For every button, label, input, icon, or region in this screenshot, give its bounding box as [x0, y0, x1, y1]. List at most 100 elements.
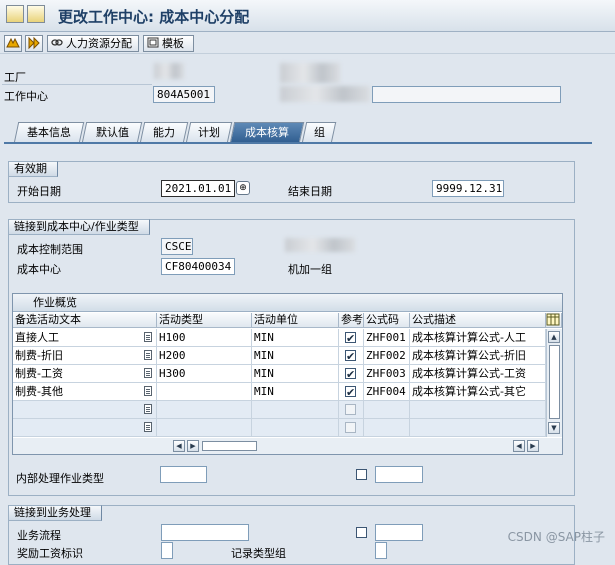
cell-unit[interactable]: MIN	[252, 347, 339, 365]
col-header-activity-type[interactable]: 活动类型	[157, 313, 252, 328]
workcenter-desc-field[interactable]	[372, 86, 561, 103]
value-help-icon[interactable]	[144, 332, 152, 342]
command-icon[interactable]	[27, 5, 45, 23]
start-date-field[interactable]: 2021.01.01	[161, 180, 235, 197]
template-label: 模板	[162, 37, 184, 50]
scroll-down-icon[interactable]: ▼	[548, 422, 560, 434]
reference-checkbox[interactable]	[345, 404, 356, 415]
scroll-far-right-icon[interactable]: ▶	[527, 440, 539, 452]
reference-checkbox[interactable]	[345, 366, 356, 382]
cell-ref[interactable]	[339, 329, 364, 347]
cost-center-field[interactable]: CF80400034	[161, 258, 235, 275]
previous-screen-icon	[6, 37, 20, 48]
tab-group[interactable]: 组	[301, 122, 337, 143]
internal-checkbox[interactable]	[356, 469, 367, 480]
tab-basic-data[interactable]: 基本信息	[13, 122, 85, 143]
scroll-right-icon[interactable]: ▶	[187, 440, 199, 452]
cell-type[interactable]	[157, 401, 252, 419]
end-date-field[interactable]: 9999.12.31	[432, 180, 504, 197]
template-icon	[147, 37, 159, 48]
cell-desc[interactable]: 成本核算计算公式-其它	[410, 383, 546, 401]
incentive-wage-field[interactable]	[161, 542, 173, 559]
menu-icon[interactable]	[6, 5, 24, 23]
record-type-field[interactable]	[375, 542, 387, 559]
activity-table-caption: 作业概览	[13, 294, 562, 312]
cell-text[interactable]: 制费-工资	[13, 365, 157, 383]
template-button[interactable]: 模板	[143, 35, 194, 52]
scroll-left-icon[interactable]: ◀	[173, 440, 185, 452]
scroll-up-icon[interactable]: ▲	[548, 331, 560, 343]
scroll-far-left-icon[interactable]: ◀	[513, 440, 525, 452]
table-horizontal-scrollbar[interactable]: ◀ ▶ ◀ ▶	[13, 438, 562, 454]
cell-desc[interactable]	[410, 419, 546, 437]
vertical-scroll-thumb[interactable]	[549, 345, 560, 419]
cell-desc[interactable]: 成本核算计算公式-折旧	[410, 347, 546, 365]
table-settings-button[interactable]	[546, 313, 562, 328]
cell-type[interactable]: H300	[157, 365, 252, 383]
horizontal-scroll-thumb[interactable]	[202, 441, 257, 451]
cell-unit[interactable]: MIN	[252, 383, 339, 401]
business-process-field[interactable]	[161, 524, 249, 541]
next-screen-button[interactable]	[25, 35, 43, 52]
cell-ref[interactable]	[339, 365, 364, 383]
validity-title: 有效期	[8, 161, 58, 177]
cell-type[interactable]: H200	[157, 347, 252, 365]
business-process-checkbox[interactable]	[356, 527, 367, 538]
table-vertical-scrollbar[interactable]: ▲ ▼	[546, 329, 562, 437]
cell-formula[interactable]: ZHF004	[364, 383, 410, 401]
col-header-unit[interactable]: 活动单位	[252, 313, 339, 328]
cell-formula[interactable]	[364, 401, 410, 419]
cell-formula[interactable]	[364, 419, 410, 437]
cell-text[interactable]	[13, 401, 157, 419]
internal-activity-field[interactable]	[160, 466, 207, 483]
cell-unit[interactable]	[252, 419, 339, 437]
business-process-group: 链接到业务处理 业务流程 奖励工资标识 记录类型组	[8, 505, 575, 565]
plant-value-redacted	[154, 63, 184, 79]
business-process-qty-field[interactable]	[375, 524, 423, 541]
value-help-icon[interactable]	[144, 404, 152, 414]
col-header-formula[interactable]: 公式码	[364, 313, 410, 328]
value-help-icon[interactable]	[144, 350, 152, 360]
cell-type[interactable]	[157, 383, 252, 401]
cell-ref[interactable]	[339, 383, 364, 401]
date-picker-icon[interactable]: ⊕	[236, 181, 250, 195]
col-header-text[interactable]: 备选活动文本	[13, 313, 157, 328]
workcenter-field[interactable]: 804A5001	[153, 86, 215, 103]
cell-text[interactable]: 直接人工	[13, 329, 157, 347]
cell-type[interactable]	[157, 419, 252, 437]
tab-scheduling[interactable]: 计划	[185, 122, 233, 143]
reference-checkbox[interactable]	[345, 348, 356, 364]
col-header-reference[interactable]: 参考	[339, 313, 364, 328]
cell-text[interactable]	[13, 419, 157, 437]
cell-unit[interactable]: MIN	[252, 365, 339, 383]
cell-ref[interactable]	[339, 347, 364, 365]
previous-screen-button[interactable]	[4, 35, 22, 52]
cell-ref[interactable]	[339, 419, 364, 437]
cell-formula[interactable]: ZHF003	[364, 365, 410, 383]
cell-desc[interactable]	[410, 401, 546, 419]
cell-formula[interactable]: ZHF002	[364, 347, 410, 365]
cell-desc[interactable]: 成本核算计算公式-人工	[410, 329, 546, 347]
value-help-icon[interactable]	[144, 422, 152, 432]
reference-checkbox[interactable]	[345, 422, 356, 433]
value-help-icon[interactable]	[144, 368, 152, 378]
tab-costing[interactable]: 成本核算	[229, 122, 305, 143]
cell-unit[interactable]	[252, 401, 339, 419]
cell-unit[interactable]: MIN	[252, 329, 339, 347]
internal-qty-field[interactable]	[375, 466, 423, 483]
col-header-formula-desc[interactable]: 公式描述	[410, 313, 546, 328]
controlling-area-desc-redacted	[285, 238, 355, 252]
cell-text[interactable]: 制费-折旧	[13, 347, 157, 365]
value-help-icon[interactable]	[144, 386, 152, 396]
reference-checkbox[interactable]	[345, 384, 356, 400]
cell-formula[interactable]: ZHF001	[364, 329, 410, 347]
cell-ref[interactable]	[339, 401, 364, 419]
controlling-area-field[interactable]: CSCE	[161, 238, 193, 255]
cell-desc[interactable]: 成本核算计算公式-工资	[410, 365, 546, 383]
tab-default-values[interactable]: 默认值	[81, 122, 143, 143]
reference-checkbox[interactable]	[345, 330, 356, 346]
cell-type[interactable]: H100	[157, 329, 252, 347]
tab-capacity[interactable]: 能力	[139, 122, 189, 143]
cell-text[interactable]: 制费-其他	[13, 383, 157, 401]
hr-assignment-button[interactable]: 人力资源分配	[47, 35, 139, 52]
